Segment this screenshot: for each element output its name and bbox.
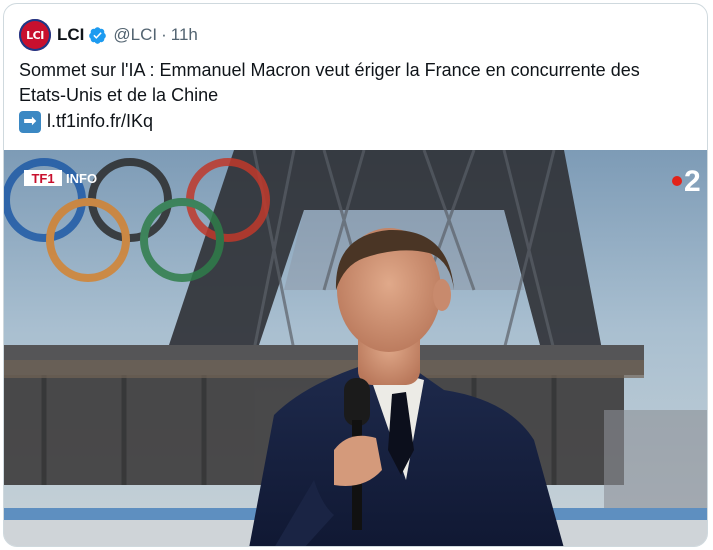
avatar[interactable]: LCI: [19, 19, 51, 51]
verified-badge-icon: [89, 26, 107, 44]
separator-dot: ·: [161, 25, 167, 44]
tweet-link[interactable]: l.tf1info.fr/IKq: [47, 109, 153, 134]
right-arrow-emoji-icon: ➡: [19, 110, 41, 133]
tweet-text: Sommet sur l'IA : Emmanuel Macron veut é…: [19, 58, 694, 134]
author-name[interactable]: LCI: [57, 25, 84, 45]
tf1-info-logo: TF1 INFO: [24, 170, 97, 186]
tweet-text-line-1: Sommet sur l'IA : Emmanuel Macron veut é…: [19, 60, 640, 80]
author-handle[interactable]: @LCI: [113, 25, 157, 45]
tweet-text-line-2: Etats-Unis et de la Chine: [19, 85, 219, 105]
tweet-card[interactable]: LCI LCI @LCI · 11h Sommet sur l'IA : Emm…: [3, 3, 708, 547]
info-logo-text: INFO: [66, 171, 97, 186]
tweet-timestamp[interactable]: 11h: [171, 25, 198, 45]
news-photo: TF1 INFO 2: [4, 150, 707, 546]
tweet-header: LCI LCI @LCI · 11h: [19, 19, 198, 51]
tf1-logo-text: TF1: [31, 171, 54, 186]
tweet-media-image[interactable]: TF1 INFO 2: [4, 150, 707, 546]
channel-number: 2: [684, 165, 701, 198]
tweet-link-line: ➡ l.tf1info.fr/IKq: [19, 109, 694, 134]
